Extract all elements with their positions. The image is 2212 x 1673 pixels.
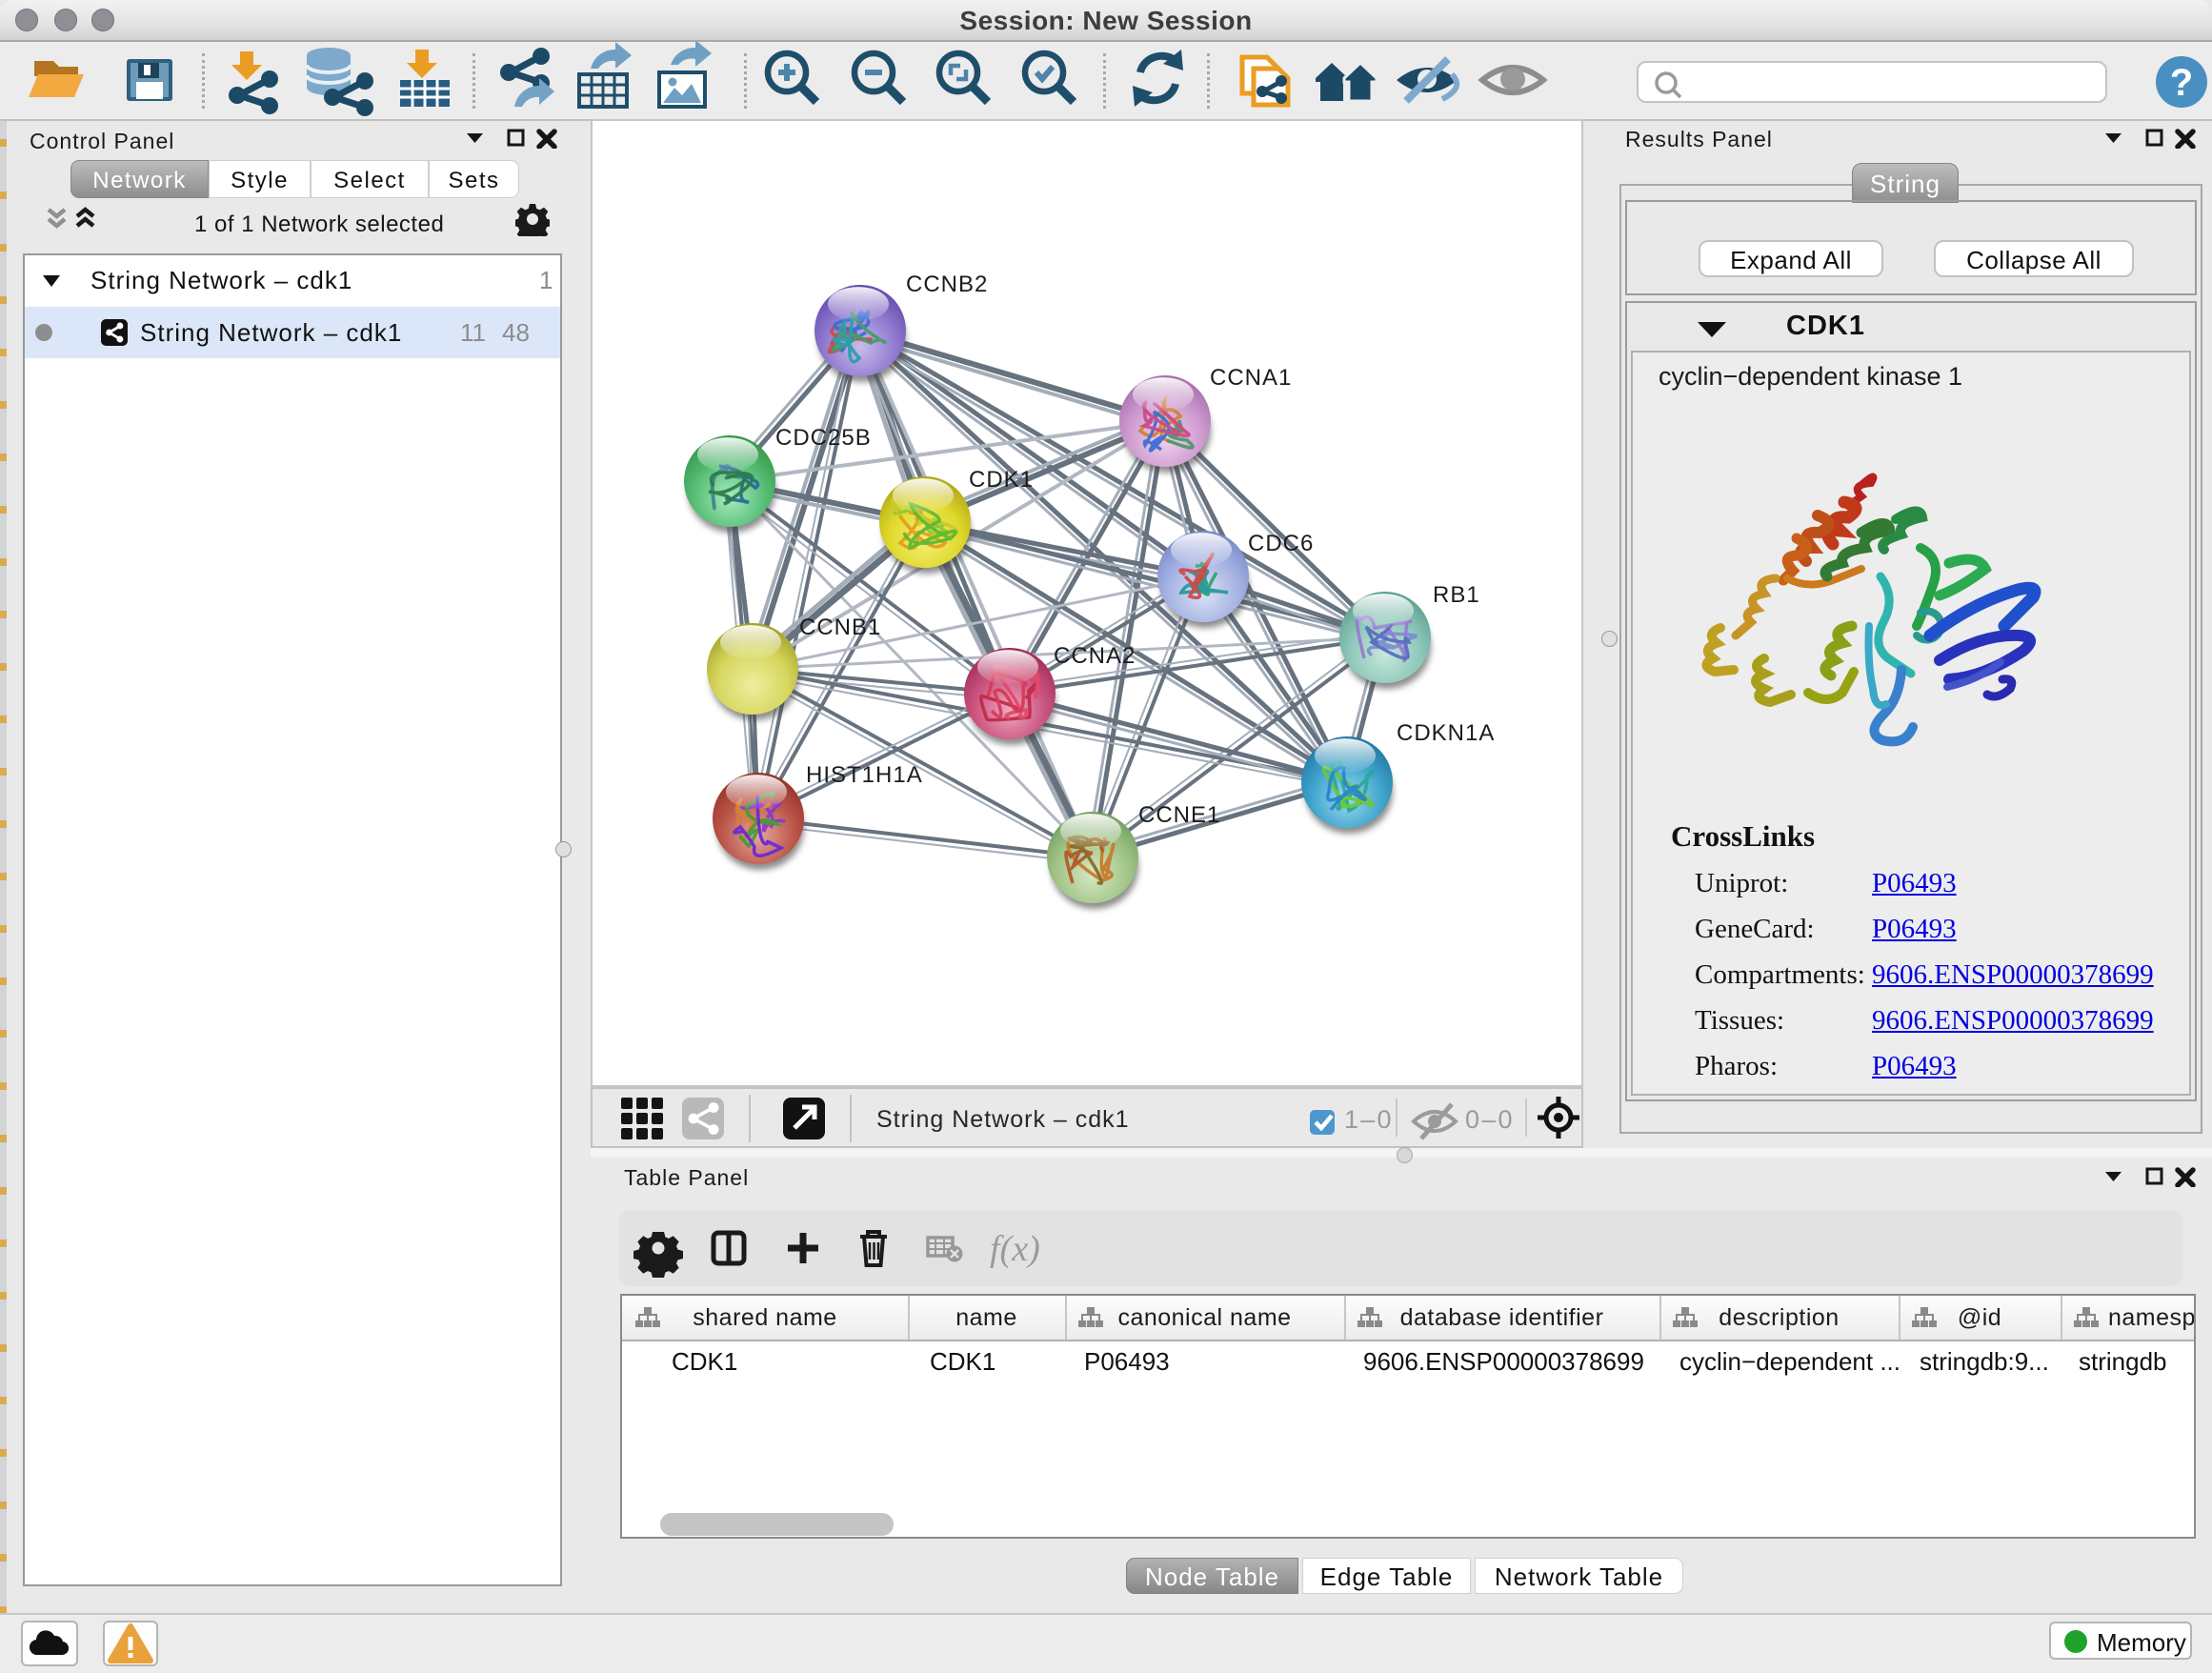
svg-text:CDC6: CDC6 (1248, 531, 1314, 556)
svg-text:CCNB2: CCNB2 (906, 272, 988, 297)
svg-text:String Network – cdk1: String Network – cdk1 (876, 1106, 1130, 1133)
svg-text:CDC25B: CDC25B (775, 425, 872, 451)
svg-text:1 – 0: 1 – 0 (1344, 1105, 1392, 1134)
svg-text:?: ? (2170, 62, 2193, 104)
svg-text:0 – 0: 0 – 0 (1465, 1105, 1513, 1134)
svg-text:CCNA1: CCNA1 (1210, 365, 1292, 391)
svg-text:HIST1H1A: HIST1H1A (806, 762, 923, 788)
svg-text:CCNA2: CCNA2 (1054, 643, 1136, 669)
svg-text:CDKN1A: CDKN1A (1397, 720, 1495, 746)
svg-text:CCNE1: CCNE1 (1138, 802, 1220, 828)
svg-text:RB1: RB1 (1433, 582, 1480, 608)
svg-text:CCNB1: CCNB1 (799, 615, 881, 640)
svg-text:CDK1: CDK1 (969, 467, 1034, 493)
svg-text:f(x): f(x) (990, 1229, 1040, 1269)
